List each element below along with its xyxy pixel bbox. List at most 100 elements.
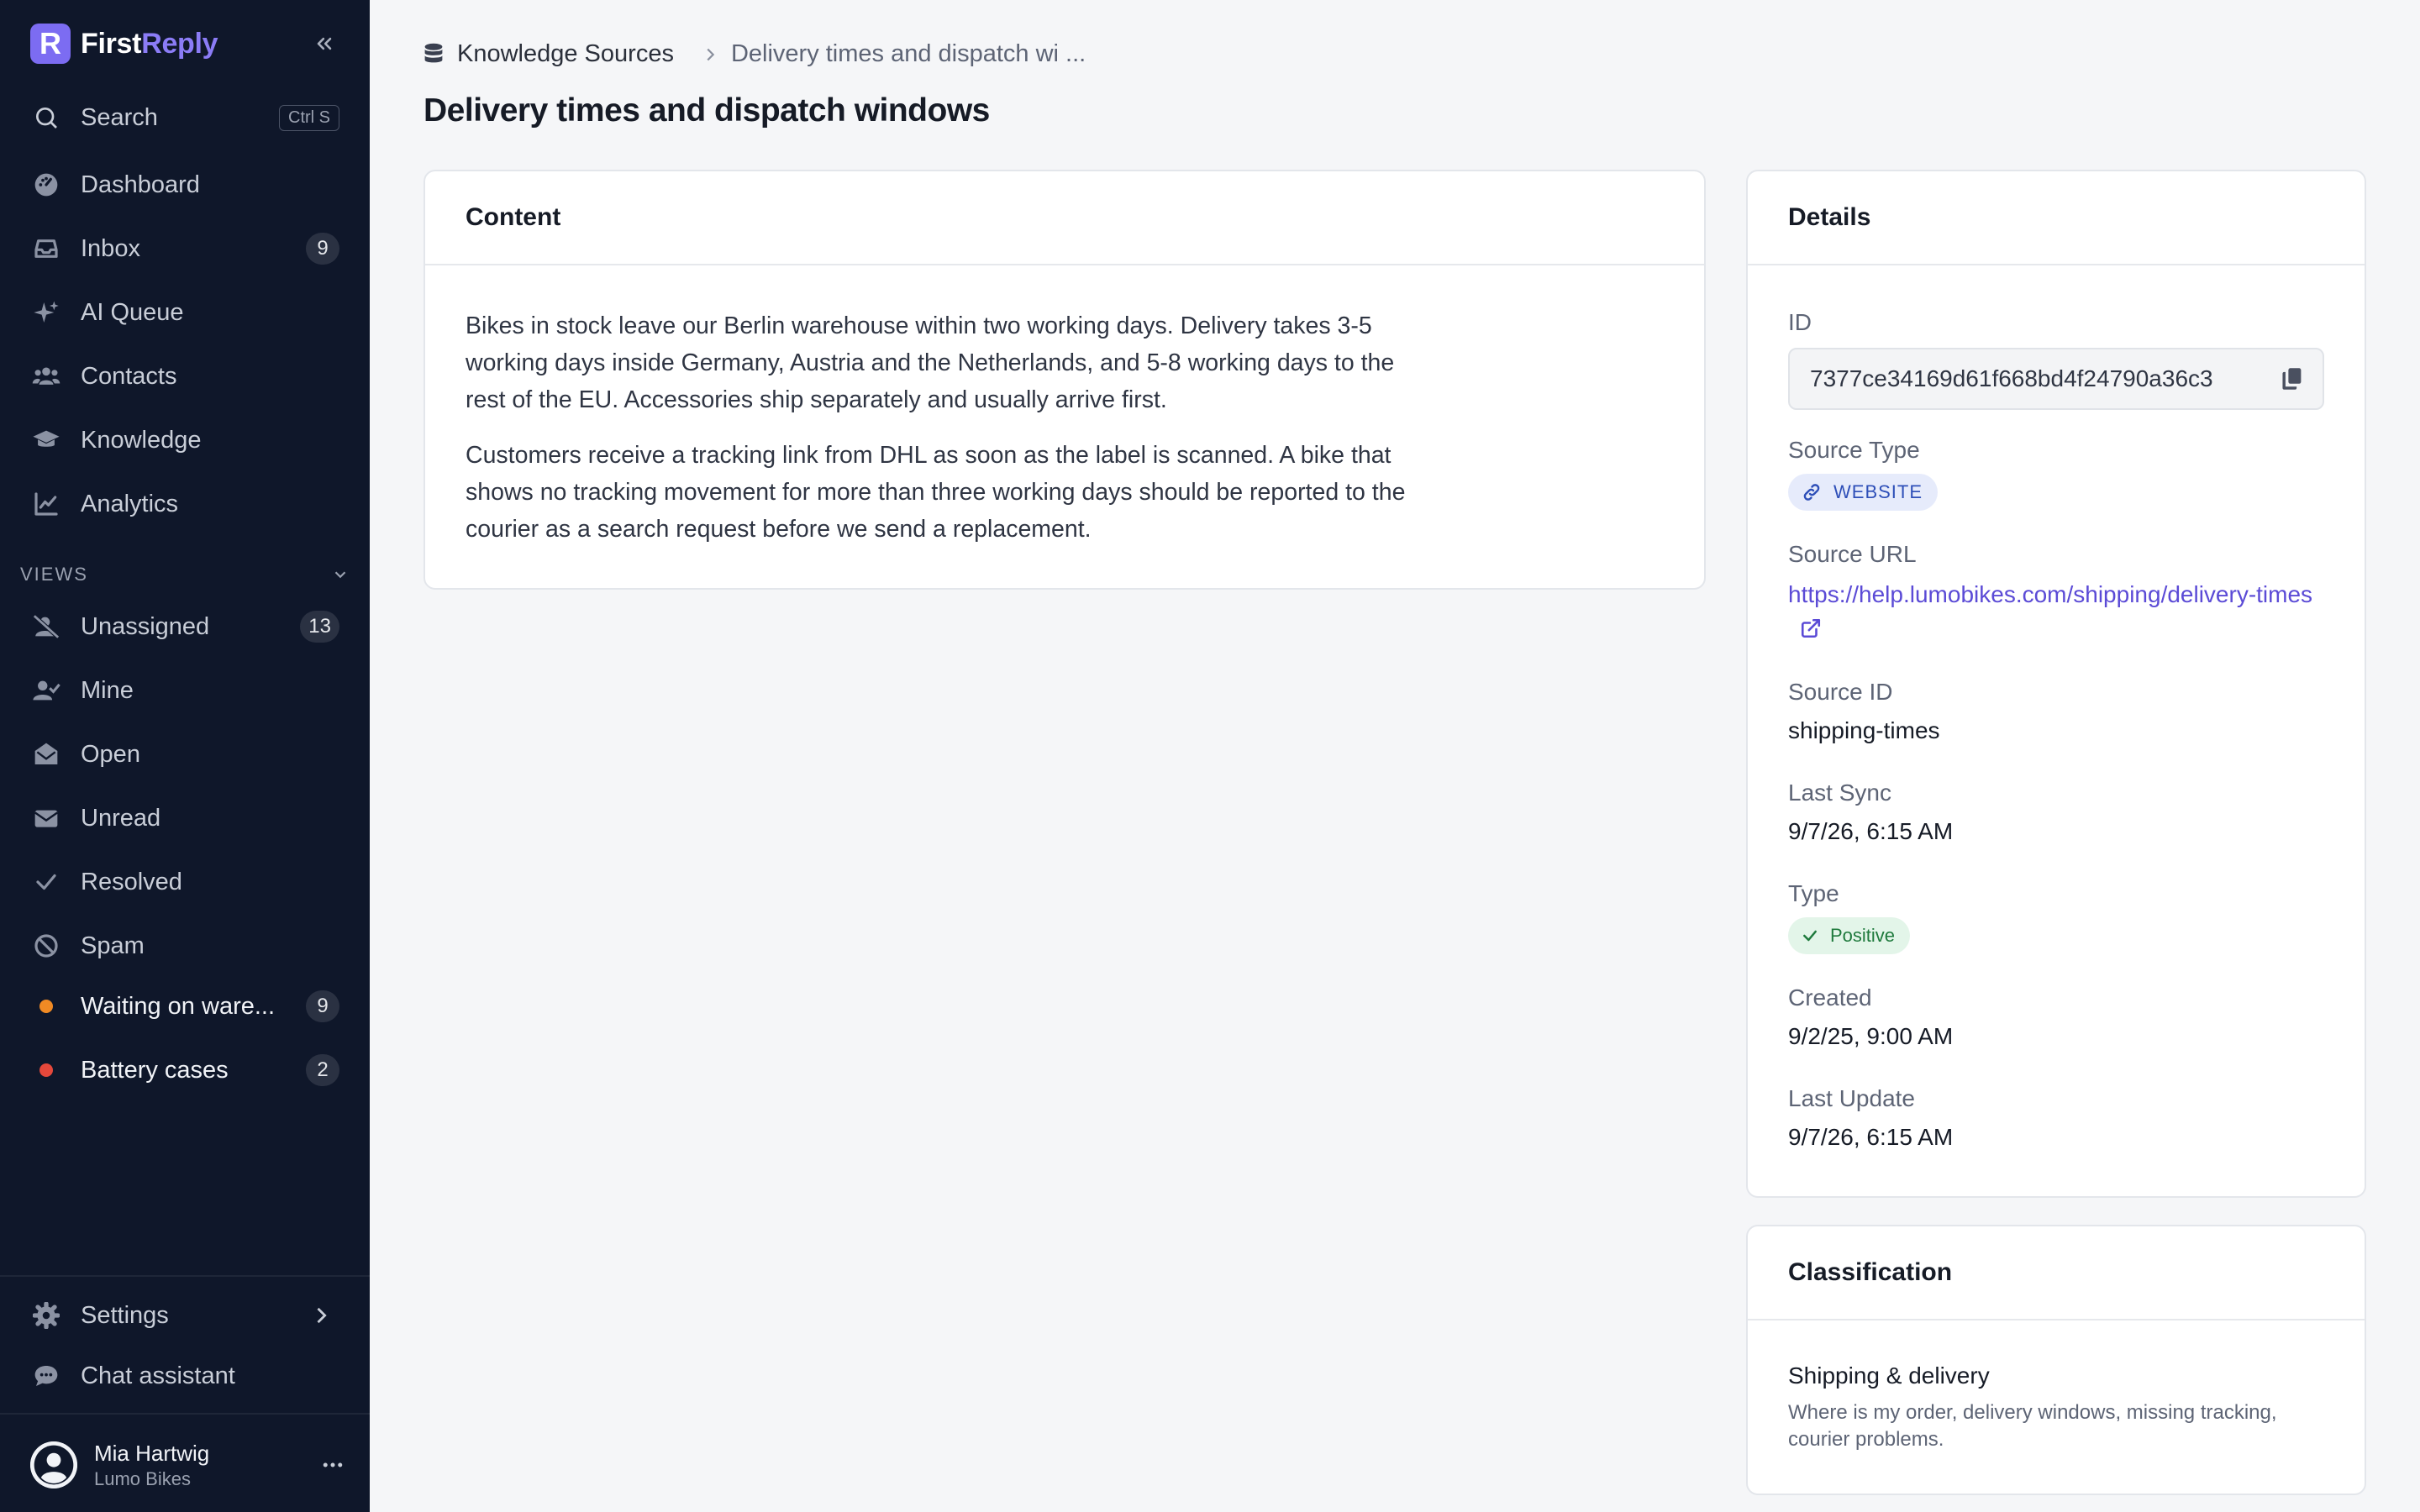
user-menu-button[interactable] — [316, 1448, 350, 1482]
breadcrumb-knowledge-sources[interactable]: Knowledge Sources — [457, 40, 674, 68]
more-horizontal-icon — [323, 1462, 343, 1467]
id-value-box: 7377ce34169d61f668bd4f24790a36c3 — [1788, 348, 2324, 410]
last-sync-field: Last Sync 9/7/26, 6:15 AM — [1788, 780, 1953, 845]
source-url-field: Source URL https://help.lumobikes.com/sh… — [1788, 541, 2326, 645]
created-value: 9/2/25, 9:00 AM — [1788, 1023, 1954, 1049]
view-item-label: Battery cases — [81, 1056, 229, 1084]
inbox-count-badge: 9 — [306, 233, 339, 265]
view-item-label: Spam — [81, 932, 145, 959]
details-card: Details ID 7377ce34169d61f668bd4f24790a3… — [1746, 170, 2366, 1198]
sidebar-item-contacts[interactable]: Contacts — [20, 349, 350, 403]
view-item-unread[interactable]: Unread — [20, 791, 350, 845]
status-dot — [39, 1063, 53, 1077]
view-item-label: Unread — [81, 804, 161, 832]
dashboard-icon — [30, 169, 62, 201]
source-id-value: shipping-times — [1788, 717, 1940, 743]
search-label: Search — [81, 103, 158, 131]
users-icon — [30, 360, 62, 392]
id-value: 7377ce34169d61f668bd4f24790a36c3 — [1810, 365, 2213, 391]
sidebar-item-label: Dashboard — [81, 171, 200, 198]
sidebar-item-settings[interactable]: Settings — [20, 1289, 350, 1342]
classification-card: Classification Shipping & delivery Where… — [1746, 1225, 2366, 1495]
views-section-header[interactable]: VIEWS — [20, 561, 350, 588]
sidebar-item-label: Knowledge — [81, 426, 202, 454]
user-org: Lumo Bikes — [94, 1467, 191, 1489]
source-type-badge: WEBSITE — [1788, 474, 1939, 511]
sparkle-icon — [30, 297, 62, 328]
user-name: Mia Hartwig — [94, 1440, 210, 1466]
classification-title: Shipping & delivery — [1788, 1362, 1990, 1389]
sidebar-item-chat-assistant[interactable]: Chat assistant — [20, 1349, 350, 1403]
view-item-open[interactable]: Open — [20, 727, 350, 781]
view-item-spam[interactable]: Spam — [20, 919, 350, 973]
external-link-icon — [1801, 618, 1821, 638]
view-item-waiting-on-warehouse[interactable]: Waiting on ware... 9 — [20, 979, 350, 1033]
sidebar-item-ai-queue[interactable]: AI Queue — [20, 286, 350, 339]
link-icon — [1803, 484, 1820, 501]
sidebar: R FirstReply Search Ctrl S Dashboard Inb… — [0, 0, 370, 1512]
last-sync-label: Last Sync — [1788, 780, 1891, 806]
view-item-battery-cases[interactable]: Battery cases 2 — [20, 1043, 350, 1097]
classification-body: Shipping & delivery Where is my order, d… — [1748, 1320, 2365, 1453]
content-card-header: Content — [425, 171, 1704, 265]
envelope-icon — [30, 802, 62, 834]
content-paragraph: Customers receive a tracking link from D… — [466, 442, 1406, 543]
chevron-down-icon — [334, 571, 346, 579]
search-button[interactable]: Search Ctrl S — [20, 91, 350, 144]
page-title: Delivery times and dispatch windows — [424, 92, 990, 129]
collapse-sidebar-button[interactable] — [309, 29, 339, 59]
chevrons-left-icon — [317, 37, 332, 50]
sidebar-item-analytics[interactable]: Analytics — [20, 477, 350, 531]
source-id-label: Source ID — [1788, 679, 1893, 705]
content-body: Bikes in stock leave our Berlin warehous… — [425, 265, 1704, 548]
source-type-label: Source Type — [1788, 437, 1920, 463]
waiting-count-badge: 9 — [306, 990, 339, 1022]
copy-button[interactable] — [2281, 366, 2304, 391]
brand-logo: R — [30, 24, 71, 64]
breadcrumb-current: Delivery times and dispatch wi ... — [730, 40, 1086, 67]
sidebar-item-inbox[interactable]: Inbox 9 — [20, 222, 350, 276]
id-field: ID 7377ce34169d61f668bd4f24790a36c3 — [1788, 309, 2324, 410]
battery-count-badge: 2 — [306, 1054, 339, 1086]
sidebar-item-label: Inbox — [81, 234, 140, 262]
view-item-unassigned[interactable]: Unassigned 13 — [20, 600, 350, 654]
sidebar-item-knowledge[interactable]: Knowledge — [20, 413, 350, 467]
source-type-value: WEBSITE — [1833, 481, 1923, 502]
status-dot — [39, 1000, 53, 1013]
search-shortcut: Ctrl S — [279, 104, 339, 131]
content-card: Content Bikes in stock leave our Berlin … — [424, 170, 1706, 590]
user-profile[interactable]: Mia Hartwig Lumo Bikes — [30, 1435, 350, 1495]
sidebar-item-label: Analytics — [81, 490, 179, 517]
chevron-right-icon — [707, 48, 715, 60]
unassigned-count-badge: 13 — [300, 611, 339, 643]
created-label: Created — [1788, 984, 1872, 1011]
ban-icon — [30, 930, 62, 962]
source-type-field: Source Type WEBSITE — [1788, 437, 1939, 511]
details-card-header: Details — [1748, 171, 2365, 265]
source-id-field: Source ID shipping-times — [1788, 679, 1940, 744]
last-update-field: Last Update 9/7/26, 6:15 AM — [1788, 1085, 1953, 1151]
check-icon — [30, 866, 62, 898]
chevron-right-icon — [317, 1307, 327, 1324]
sidebar-item-dashboard[interactable]: Dashboard — [20, 158, 350, 212]
view-item-mine[interactable]: Mine — [20, 664, 350, 717]
user-text: Mia Hartwig Lumo Bikes — [94, 1441, 316, 1490]
classification-card-header: Classification — [1748, 1226, 2365, 1320]
graduation-cap-icon — [30, 424, 62, 456]
view-item-label: Waiting on ware... — [81, 992, 276, 1020]
type-badge: Positive — [1788, 917, 1911, 954]
view-item-label: Mine — [81, 676, 134, 704]
source-url-link[interactable]: https://help.lumobikes.com/shipping/deli… — [1788, 578, 2326, 645]
chart-line-icon — [30, 488, 62, 520]
envelope-open-icon — [30, 738, 62, 770]
brand[interactable]: R FirstReply — [30, 24, 218, 64]
inbox-icon — [30, 233, 62, 265]
gear-icon — [30, 1299, 62, 1331]
source-url-value: https://help.lumobikes.com/shipping/deli… — [1788, 581, 2313, 607]
chat-bubble-icon — [30, 1360, 62, 1392]
view-item-resolved[interactable]: Resolved — [20, 855, 350, 909]
search-icon — [30, 102, 62, 134]
check-icon — [1803, 930, 1817, 942]
source-url-label: Source URL — [1788, 541, 1917, 567]
user-avatar-icon — [30, 1441, 77, 1488]
